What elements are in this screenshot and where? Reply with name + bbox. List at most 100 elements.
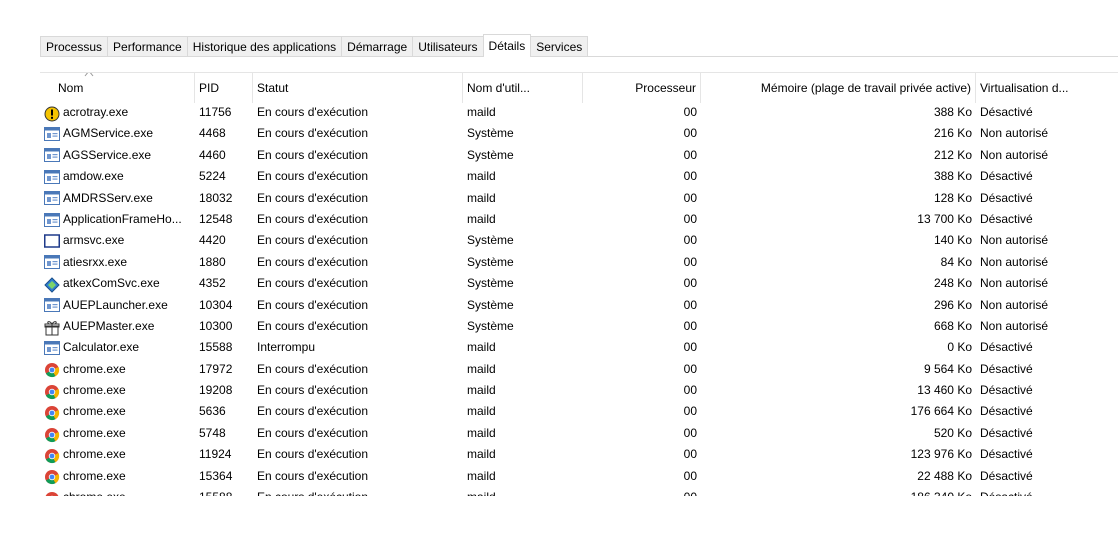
name-cell: AMDRSServ.exe xyxy=(40,188,195,209)
memory-cell: 123 976 Ko xyxy=(910,447,972,462)
table-row[interactable]: acrotray.exe 11756 En cours d'exécution mai… xyxy=(40,102,1118,123)
cpu-cell: 00 xyxy=(683,340,697,355)
virtualization-cell: Non autorisé xyxy=(980,147,1049,162)
process-name: chrome.exe xyxy=(63,361,126,376)
window-app-icon xyxy=(44,191,60,206)
blank-window-icon xyxy=(44,234,60,248)
cpu-cell: 00 xyxy=(683,318,697,333)
tab-2[interactable]: Historique des applications xyxy=(186,36,343,56)
cpu-cell: 00 xyxy=(683,468,697,483)
column-header-name[interactable]: Nom xyxy=(40,73,195,103)
memory-cell: 13 460 Ko xyxy=(917,383,972,398)
user-cell: maild xyxy=(467,425,496,440)
user-cell: Système xyxy=(467,254,514,269)
table-row[interactable]: chrome.exe 15364 En cours d'exécution maild… xyxy=(40,466,1118,487)
column-header-virtualization[interactable]: Virtualisation d... xyxy=(976,73,1118,103)
chrome-icon xyxy=(44,491,60,496)
pid-cell: 10304 xyxy=(199,297,233,312)
column-header-user[interactable]: Nom d'util... xyxy=(463,73,583,103)
pid-cell: 15588 xyxy=(195,487,253,496)
virtualization-cell: Désactivé xyxy=(980,468,1033,483)
memory-cell: 668 Ko xyxy=(933,318,972,333)
user-cell: Système xyxy=(467,233,514,248)
user-cell: Système xyxy=(467,276,514,291)
status-cell: En cours d'exécution xyxy=(257,297,369,312)
column-header-pid[interactable]: PID xyxy=(195,73,253,103)
table-row[interactable]: AGMService.exe 4468 En cours d'exécution Sy… xyxy=(40,123,1118,144)
window-app-icon xyxy=(44,127,60,142)
table-row[interactable]: chrome.exe 15588En cours d'exécutionmaild… xyxy=(40,487,1118,496)
window-app-icon xyxy=(44,298,60,313)
tab-6[interactable]: Services xyxy=(530,36,589,56)
table-row[interactable]: chrome.exe 19208 En cours d'exécution maild… xyxy=(40,380,1118,401)
memory-cell: 388 Ko xyxy=(933,169,972,184)
virtualization-cell: Désactivé xyxy=(980,190,1033,205)
tab-0[interactable]: Processus xyxy=(40,36,109,56)
window-app-icon xyxy=(44,255,60,270)
virtualization-cell: Désactivé xyxy=(980,383,1033,398)
virtualization-cell: Non autorisé xyxy=(980,297,1049,312)
process-name: ApplicationFrameHo... xyxy=(63,211,182,226)
memory-cell: 212 Ko xyxy=(933,147,972,162)
sort-ascending-icon xyxy=(84,73,94,77)
pid-cell: 11924 xyxy=(199,447,232,462)
user-cell: maild xyxy=(467,105,496,119)
status-cell: En cours d'exécution xyxy=(257,447,369,462)
table-row[interactable]: atiesrxx.exe 1880 En cours d'exécution Syst… xyxy=(40,252,1118,273)
status-cell: En cours d'exécution xyxy=(257,105,369,119)
process-name: armsvc.exe xyxy=(63,233,125,248)
table-row[interactable]: atkexComSvc.exe 4352 En cours d'exécution S… xyxy=(40,273,1118,294)
memory-cell: 248 Ko xyxy=(933,276,972,291)
user-cell: Système xyxy=(467,297,514,312)
chrome-icon xyxy=(44,405,60,421)
chrome-icon xyxy=(44,384,60,399)
name-cell: AGSService.exe xyxy=(40,145,195,166)
memory-cell: 128 Ko xyxy=(933,190,972,205)
virtualization-cell: Désactivé xyxy=(980,361,1033,376)
virtualization-cell: Désactivé xyxy=(980,211,1033,226)
table-row[interactable]: chrome.exe 5748 En cours d'exécution maild 0… xyxy=(40,423,1118,444)
table-row[interactable]: ApplicationFrameHo... 12548 En cours d'exé… xyxy=(40,209,1118,230)
table-body: acrotray.exe 11756 En cours d'exécution mai… xyxy=(40,102,1118,496)
table-row[interactable]: amdow.exe 5224 En cours d'exécution maild 00… xyxy=(40,166,1118,187)
virtualization-cell: Désactivé xyxy=(980,340,1033,355)
process-name: AUEPMaster.exe xyxy=(63,318,155,333)
user-cell: maild xyxy=(467,383,496,398)
status-cell: En cours d'exécution xyxy=(257,233,369,248)
tab-5[interactable]: Détails xyxy=(482,34,532,57)
window-app-icon xyxy=(44,340,60,355)
cpu-cell: 00 xyxy=(683,447,697,462)
pid-cell: 4460 xyxy=(199,147,226,162)
column-header-status[interactable]: Statut xyxy=(253,73,463,103)
user-cell: maild xyxy=(467,404,496,419)
memory-cell: 9 564 Ko xyxy=(923,361,972,376)
pid-cell: 4352 xyxy=(199,276,226,291)
table-row[interactable]: AGSService.exe 4460 En cours d'exécution Sy… xyxy=(40,145,1118,166)
tab-1[interactable]: Performance xyxy=(107,36,188,56)
process-name: chrome.exe xyxy=(63,468,126,483)
column-header-cpu[interactable]: Processeur xyxy=(583,73,701,103)
table-row[interactable]: AMDRSServ.exe 18032 En cours d'exécution ma… xyxy=(40,188,1118,209)
user-cell: Système xyxy=(467,318,514,333)
process-name: acrotray.exe xyxy=(63,105,129,119)
table-body-viewport[interactable]: acrotray.exe 11756 En cours d'exécution mai… xyxy=(40,102,1118,496)
table-row[interactable]: chrome.exe 17972 En cours d'exécution maild… xyxy=(40,359,1118,380)
tab-3[interactable]: Démarrage xyxy=(341,36,414,56)
table-row[interactable]: AUEPMaster.exe 10300 En cours d'exécution S… xyxy=(40,316,1118,337)
table-row[interactable]: AUEPLauncher.exe 10304 En cours d'exécutio… xyxy=(40,295,1118,316)
table-row[interactable]: Calculator.exe 15588 Interrompu maild 00 0 Ko… xyxy=(40,337,1118,358)
column-header-memory[interactable]: Mémoire (plage de travail privée active) xyxy=(701,73,976,103)
table-row[interactable]: chrome.exe 5636 En cours d'exécution maild 0… xyxy=(40,401,1118,422)
chrome-icon xyxy=(44,362,60,378)
process-name: chrome.exe xyxy=(63,425,126,440)
tab-4[interactable]: Utilisateurs xyxy=(412,36,484,56)
name-cell: atiesrxx.exe xyxy=(40,252,195,273)
cpu-cell: 00 xyxy=(683,233,697,248)
table-row[interactable]: armsvc.exe 4420 En cours d'exécution Systèm… xyxy=(40,230,1118,251)
name-cell: amdow.exe xyxy=(40,166,195,187)
user-cell: maild xyxy=(467,169,496,184)
status-cell: En cours d'exécution xyxy=(257,169,369,184)
memory-cell: 176 664 Ko xyxy=(910,404,972,419)
name-cell: armsvc.exe xyxy=(40,230,195,251)
table-row[interactable]: chrome.exe 11924 En cours d'exécution maild… xyxy=(40,444,1118,465)
